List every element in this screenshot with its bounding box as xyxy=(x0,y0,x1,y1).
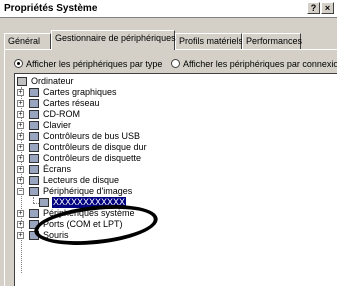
expand-icon[interactable]: + xyxy=(17,232,24,239)
tree-item-label: Lecteurs de disque xyxy=(43,175,120,185)
expand-icon[interactable]: + xyxy=(17,122,24,129)
device-tree[interactable]: Ordinateur + Cartes graphiques + Cartes … xyxy=(14,73,337,286)
window-title: Propriétés Système xyxy=(4,3,98,14)
tab-general[interactable]: Général xyxy=(4,33,51,49)
help-button[interactable]: ? xyxy=(307,2,320,14)
system-devices-icon xyxy=(29,209,39,218)
imaging-device-icon xyxy=(29,187,39,196)
tree-root-label: Ordinateur xyxy=(31,76,74,86)
title-bar[interactable]: Propriétés Système ? × xyxy=(0,0,337,18)
collapse-icon[interactable]: − xyxy=(17,188,24,195)
disk-drive-icon xyxy=(29,176,39,185)
network-card-icon xyxy=(29,99,39,108)
display-adapter-icon xyxy=(29,88,39,97)
expand-icon[interactable]: + xyxy=(17,144,24,151)
cdrom-icon xyxy=(29,110,39,119)
expand-icon[interactable]: + xyxy=(17,166,24,173)
keyboard-icon xyxy=(29,121,39,130)
hard-disk-controller-icon xyxy=(29,143,39,152)
radio-by-connection-label[interactable]: Afficher les périphériques par connexion xyxy=(183,59,337,69)
usb-icon xyxy=(29,132,39,141)
expand-icon[interactable]: + xyxy=(17,89,24,96)
tree-item-label: Écrans xyxy=(43,164,72,174)
scanner-icon xyxy=(39,198,49,207)
tree-item-label: Contrôleurs de disquette xyxy=(43,153,142,163)
tree-item-label: Périphérique d'images xyxy=(43,186,133,196)
expand-icon[interactable]: + xyxy=(17,177,24,184)
tab-performance[interactable]: Performances xyxy=(242,33,302,49)
expand-icon[interactable]: + xyxy=(17,210,24,217)
system-properties-window: Propriétés Système ? × Général Gestionna… xyxy=(0,0,337,286)
expand-icon[interactable]: + xyxy=(17,111,24,118)
expand-icon[interactable]: + xyxy=(17,155,24,162)
monitor-icon xyxy=(29,165,39,174)
expand-icon[interactable]: + xyxy=(17,221,24,228)
radio-by-type-label[interactable]: Afficher les périphériques par type xyxy=(26,59,162,69)
tree-item-label: Cartes réseau xyxy=(43,98,100,108)
floppy-controller-icon xyxy=(29,154,39,163)
view-options: Afficher les périphériques par type Affi… xyxy=(14,59,337,69)
close-button[interactable]: × xyxy=(321,2,334,14)
expand-icon[interactable]: + xyxy=(17,133,24,140)
tree-item-label: Contrôleurs de disque dur xyxy=(43,142,147,152)
tree-item-label: Contrôleurs de bus USB xyxy=(43,131,141,141)
radio-by-connection[interactable] xyxy=(170,59,180,68)
tree-item-label: Clavier xyxy=(43,120,72,130)
computer-icon xyxy=(17,77,27,86)
radio-by-type[interactable] xyxy=(14,59,23,68)
tab-hardware-profiles[interactable]: Profils matériels xyxy=(175,33,243,49)
tab-device-manager[interactable]: Gestionnaire de périphériques xyxy=(51,30,176,50)
tree-item-label: CD-ROM xyxy=(43,109,80,119)
expand-icon[interactable]: + xyxy=(17,100,24,107)
tree-item-label: Cartes graphiques xyxy=(43,87,117,97)
